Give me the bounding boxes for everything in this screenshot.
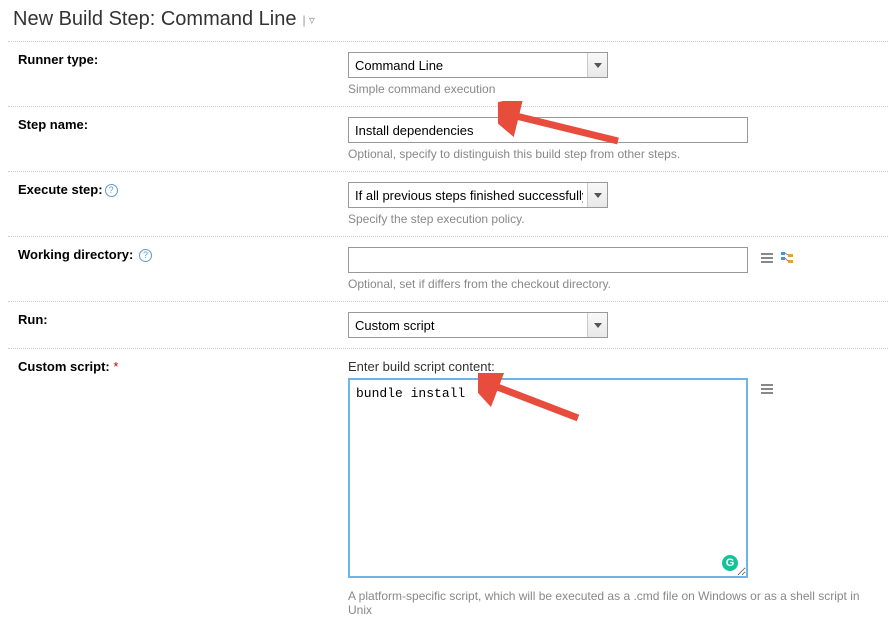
list-icon[interactable] [760,382,774,399]
runner-type-select[interactable]: Command Line [348,52,608,78]
grammarly-icon [720,553,740,573]
working-directory-input[interactable] [348,247,748,273]
step-name-input[interactable] [348,117,748,143]
custom-script-textarea[interactable]: bundle install [348,378,748,578]
required-indicator: * [113,359,118,374]
collapse-toggle-icon[interactable]: | ▿ [302,13,314,27]
run-label: Run: [18,312,48,327]
help-icon[interactable]: ? [105,184,118,197]
custom-script-help: A platform-specific script, which will b… [348,589,878,617]
working-directory-help: Optional, set if differs from the checko… [348,277,878,291]
script-content-label: Enter build script content: [348,359,878,374]
execute-step-label: Execute step: [18,182,103,197]
step-name-help: Optional, specify to distinguish this bu… [348,147,878,161]
page-title: New Build Step: Command Line [13,8,296,31]
working-directory-label: Working directory: [18,247,133,262]
runner-type-help: Simple command execution [348,82,878,96]
custom-script-label: Custom script: [18,359,110,374]
step-name-label: Step name: [18,117,88,132]
execute-step-help: Specify the step execution policy. [348,212,878,226]
help-icon[interactable]: ? [139,249,152,262]
tree-icon[interactable] [780,251,794,268]
execute-step-select[interactable]: If all previous steps finished successfu… [348,182,608,208]
runner-type-label: Runner type: [18,52,98,67]
run-select[interactable]: Custom script [348,312,608,338]
list-icon[interactable] [760,251,774,268]
